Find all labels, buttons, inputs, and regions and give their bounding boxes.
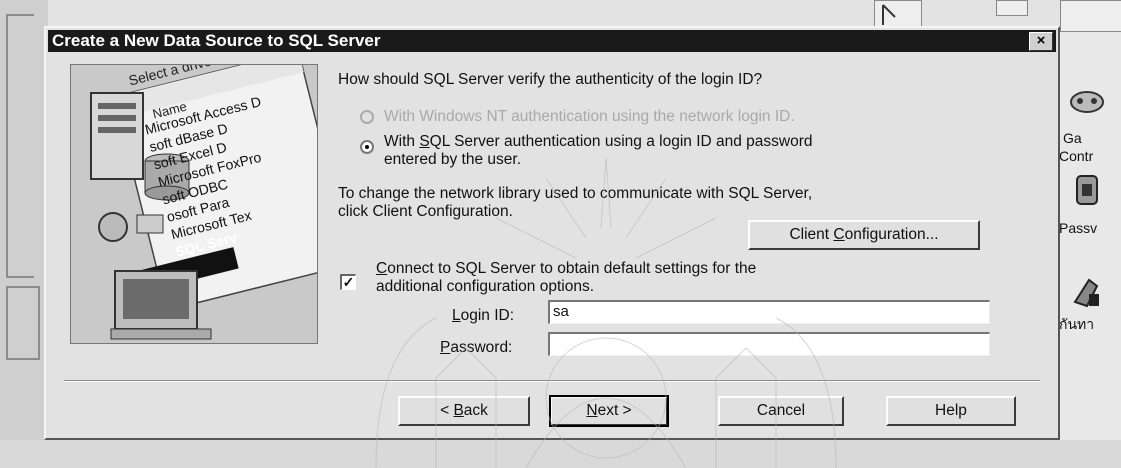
title-bar: Create a New Data Source to SQL Server × [48, 30, 1056, 52]
background-left-window [0, 0, 49, 440]
radio-sql-auth-label: With SQL Server authentication using a l… [384, 133, 813, 150]
radio-nt-auth[interactable] [360, 110, 374, 124]
password-label: Password: [440, 339, 513, 356]
password-input[interactable] [548, 332, 990, 356]
background-frame [6, 14, 34, 278]
cursor-icon [882, 4, 896, 25]
login-id-input[interactable]: sa [548, 300, 990, 324]
client-configuration-button[interactable]: Client Configuration... [748, 220, 980, 250]
dialog-title: Create a New Data Source to SQL Server [52, 31, 381, 50]
radio-sql-auth[interactable] [360, 140, 374, 154]
close-button[interactable]: × [1029, 32, 1053, 51]
game-controller-icon [1070, 91, 1104, 113]
create-data-source-dialog: Create a New Data Source to SQL Server × [44, 26, 1060, 468]
control-label[interactable]: Ga [1063, 130, 1082, 146]
grid-icon [996, 0, 1028, 16]
passwords-icon [1076, 175, 1098, 205]
thai-label[interactable]: กันทา [1059, 314, 1094, 336]
passwords-label[interactable]: Passv [1059, 220, 1097, 236]
connect-checkbox-label: Connect to SQL Server to obtain default … [376, 260, 757, 277]
radio-selected-dot [365, 145, 369, 149]
help-button[interactable]: Help [886, 396, 1016, 426]
button-separator [64, 380, 1040, 382]
background-toolbar-button [1060, 0, 1121, 32]
auth-question: How should SQL Server verify the authent… [338, 71, 763, 88]
connect-checkbox-label-line2: additional configuration options. [376, 278, 595, 295]
control-label[interactable]: Contr [1059, 148, 1093, 164]
network-library-text: To change the network library used to co… [338, 185, 813, 202]
radio-nt-auth-label: With Windows NT authentication using the… [384, 108, 795, 125]
cancel-button[interactable]: Cancel [718, 396, 844, 426]
back-button[interactable]: < Back [398, 396, 530, 426]
wizard-illustration: Select a driver for Name Microsoft Acces… [70, 64, 318, 344]
background-frame [6, 286, 40, 360]
radio-sql-auth-label-line2: entered by the user. [384, 151, 522, 168]
network-library-text-line2: click Client Configuration. [338, 203, 513, 220]
connect-checkbox[interactable]: ✓ [340, 274, 356, 290]
next-button[interactable]: Next > [549, 395, 669, 427]
background-control-panel: Ga Contr Passv กันทา [1058, 32, 1121, 440]
login-id-label: Login ID: [452, 307, 515, 324]
keyboard-icon [1073, 278, 1099, 308]
